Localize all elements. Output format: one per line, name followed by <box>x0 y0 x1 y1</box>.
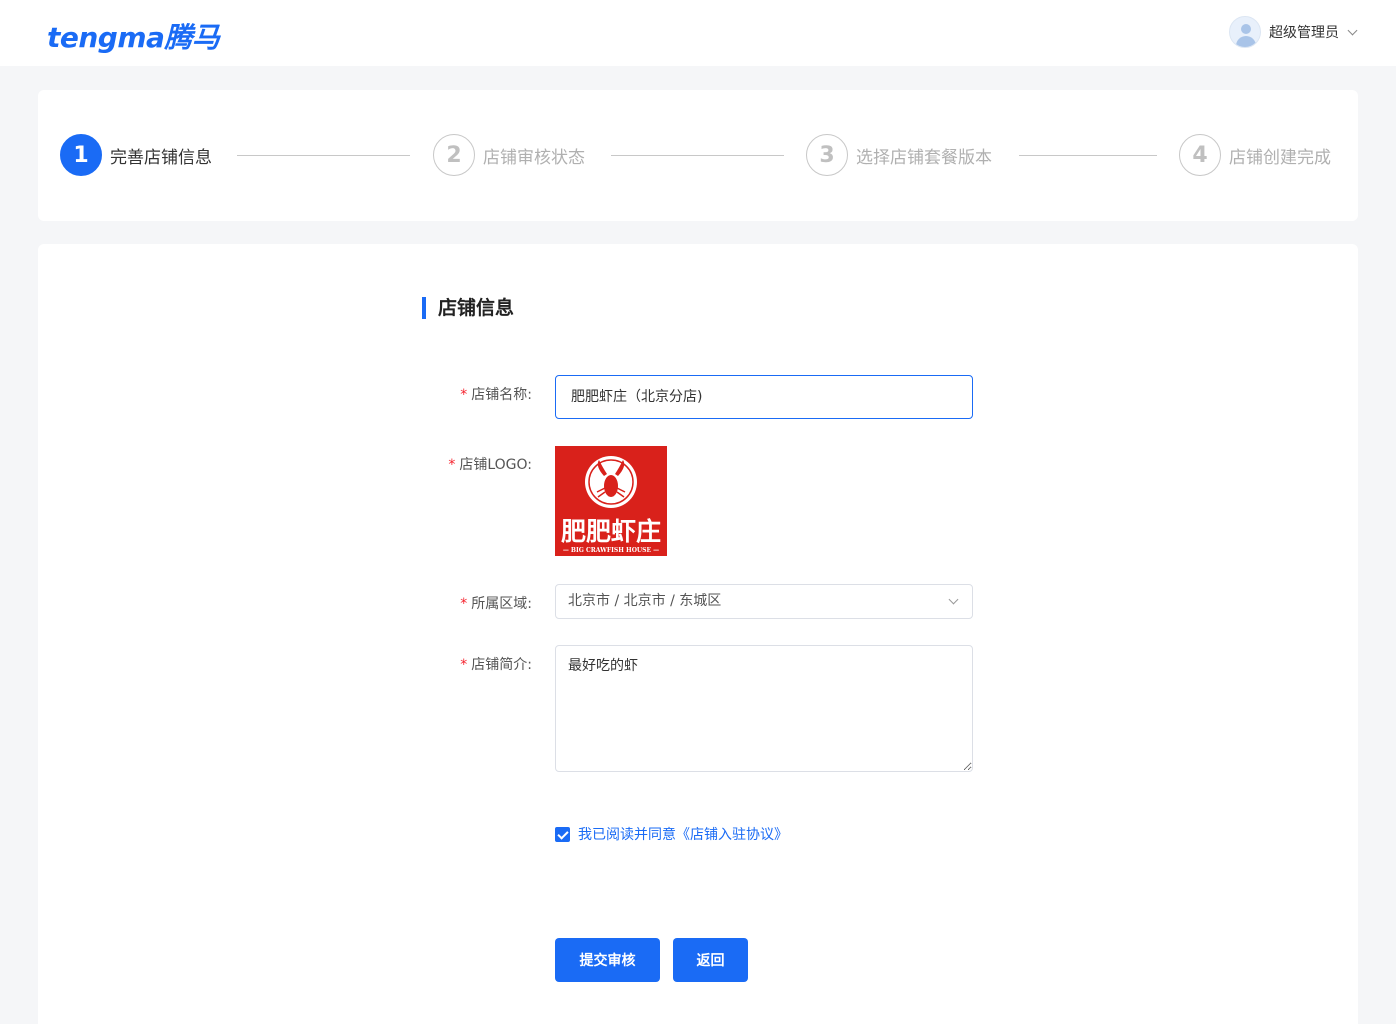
step-2: 2 店铺审核状态 <box>433 134 585 176</box>
step-number: 1 <box>60 134 102 176</box>
intro-textarea[interactable]: 最好吃的虾 <box>555 645 973 772</box>
step-number: 2 <box>433 134 475 176</box>
step-label: 店铺创建完成 <box>1229 147 1331 168</box>
submit-review-button[interactable]: 提交审核 <box>555 938 660 982</box>
user-menu[interactable]: 超级管理员 <box>1229 16 1358 48</box>
step-number: 3 <box>806 134 848 176</box>
store-logo-label: * 店铺LOGO: <box>448 457 532 473</box>
section-title: 店铺信息 <box>422 297 514 319</box>
store-logo-upload[interactable]: 肥肥虾庄 — BIG CRAWFISH HOUSE — <box>555 446 667 556</box>
chevron-down-icon <box>1347 25 1358 35</box>
required-mark: * <box>460 596 468 612</box>
step-connector <box>1019 155 1157 156</box>
step-1: 1 完善店铺信息 <box>60 134 212 176</box>
steps-card: 1 完善店铺信息 2 店铺审核状态 3 选择店铺套餐版本 4 店铺创建完成 <box>38 90 1358 221</box>
step-label: 选择店铺套餐版本 <box>856 147 992 168</box>
region-value: 北京市 / 北京市 / 东城区 <box>568 593 722 609</box>
logo-sub-text: — BIG CRAWFISH HOUSE — <box>563 547 659 554</box>
step-connector <box>611 155 784 156</box>
agreement-row[interactable]: 我已阅读并同意《店铺入驻协议》 <box>555 824 788 844</box>
user-name: 超级管理员 <box>1269 25 1339 41</box>
step-label: 店铺审核状态 <box>483 147 585 168</box>
step-4: 4 店铺创建完成 <box>1179 134 1331 176</box>
required-mark: * <box>448 457 456 473</box>
step-number: 4 <box>1179 134 1221 176</box>
step-3: 3 选择店铺套餐版本 <box>806 134 992 176</box>
required-mark: * <box>460 387 468 403</box>
agreement-link[interactable]: 我已阅读并同意《店铺入驻协议》 <box>578 824 788 844</box>
form-card: 店铺信息 * 店铺名称: 肥肥虾庄（北京分店) * 店铺LOGO: 肥肥虾庄 — B… <box>38 244 1358 1024</box>
intro-label: * 店铺简介: <box>460 657 532 673</box>
store-name-label: * 店铺名称: <box>460 387 532 403</box>
top-header: tengma腾马 超级管理员 <box>0 0 1396 66</box>
crawfish-logo-image: 肥肥虾庄 — BIG CRAWFISH HOUSE — <box>555 446 667 556</box>
store-name-input[interactable]: 肥肥虾庄（北京分店) <box>555 375 973 419</box>
region-label: * 所属区域: <box>460 596 532 612</box>
brand-logo[interactable]: tengma腾马 <box>47 16 220 56</box>
back-button[interactable]: 返回 <box>673 938 748 982</box>
step-label: 完善店铺信息 <box>110 147 212 168</box>
chevron-down-icon <box>948 594 959 605</box>
required-mark: * <box>460 657 468 673</box>
logo-main-text: 肥肥虾庄 <box>561 517 661 546</box>
agreement-checkbox[interactable] <box>555 826 570 842</box>
region-select[interactable]: 北京市 / 北京市 / 东城区 <box>555 584 973 619</box>
user-avatar-icon <box>1229 16 1261 48</box>
step-connector <box>237 155 410 156</box>
